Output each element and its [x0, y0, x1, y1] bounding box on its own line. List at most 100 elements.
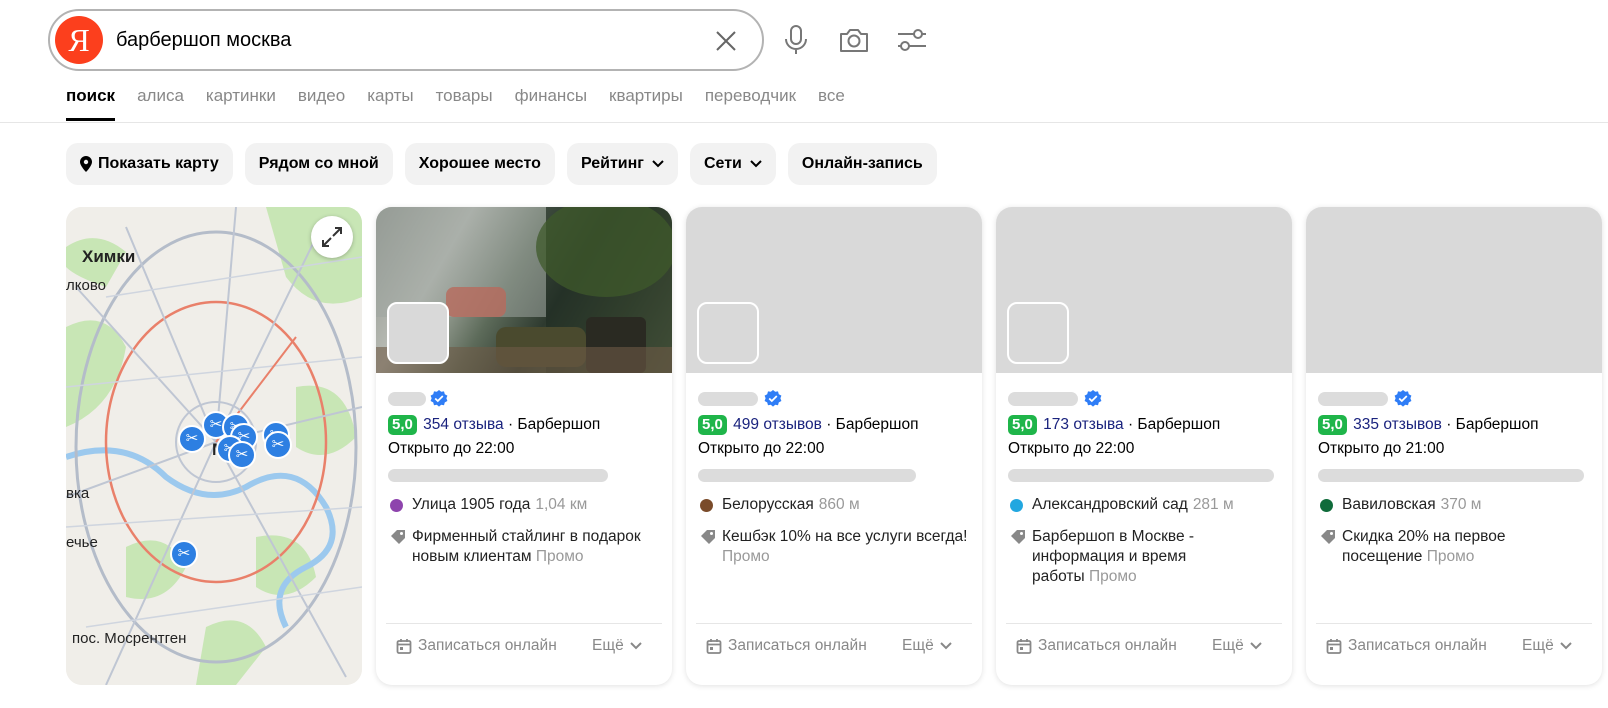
tab-maps[interactable]: карты [367, 86, 413, 118]
reviews-link[interactable]: 354 отзыва [423, 416, 503, 433]
barbershop-card[interactable]: 5,0 335 отзывов · Барбершоп Открыто до 2… [1306, 207, 1602, 685]
filter-chips: Показать карту Рядом со мной Хорошее мес… [66, 143, 949, 185]
promo-offer[interactable]: Фирменный стайлинг в подарок новым клиен… [390, 527, 660, 567]
nearby-chip[interactable]: Рядом со мной [244, 143, 393, 185]
address-placeholder [388, 469, 608, 482]
name-placeholder [1008, 392, 1078, 406]
name-placeholder [1318, 392, 1388, 406]
more-label: Ещё [1522, 637, 1554, 654]
metro-line-icon [390, 498, 403, 512]
tab-finance[interactable]: финансы [515, 86, 587, 118]
metro-station: Улица 1905 года 1,04 км [390, 496, 587, 514]
book-online-button[interactable]: Записаться онлайн [1326, 637, 1487, 655]
barbershop-logo [697, 302, 759, 364]
barbershop-logo [387, 302, 449, 364]
book-online-button[interactable]: Записаться онлайн [1016, 637, 1177, 655]
book-online-button[interactable]: Записаться онлайн [396, 637, 557, 655]
calendar-icon [1016, 639, 1032, 654]
tag-icon [701, 530, 715, 544]
rating-line: 5,0 354 отзыва · Барбершоп [388, 415, 600, 435]
chevron-down-icon [1560, 642, 1572, 650]
book-online-label: Записаться онлайн [418, 637, 557, 654]
verified-icon [764, 390, 782, 407]
chevron-down-icon [750, 160, 762, 168]
address-placeholder [1008, 469, 1274, 482]
microphone-icon[interactable] [778, 22, 814, 58]
tabs-divider [0, 122, 1608, 123]
reviews-link[interactable]: 173 отзыва [1043, 416, 1123, 433]
rating-chip[interactable]: Рейтинг [566, 143, 678, 185]
book-online-button[interactable]: Записаться онлайн [706, 637, 867, 655]
tab-images[interactable]: картинки [206, 86, 276, 118]
tab-video[interactable]: видео [298, 86, 345, 118]
name-placeholder [388, 392, 426, 406]
tab-search[interactable]: поиск [66, 86, 116, 121]
nearby-label: Рядом со мной [258, 155, 379, 172]
metro-name: Белорусская [722, 496, 814, 513]
show-map-chip[interactable]: Показать карту [66, 143, 233, 185]
search-input[interactable] [116, 23, 676, 57]
promo-text: Фирменный стайлинг в подарок новым клиен… [412, 528, 641, 565]
book-online-label: Записаться онлайн [728, 637, 867, 654]
more-button[interactable]: Ещё [1522, 637, 1572, 655]
more-button[interactable]: Ещё [1212, 637, 1262, 655]
card-divider [386, 623, 662, 624]
barbershop-card[interactable]: 5,0 499 отзывов · Барбершоп Открыто до 2… [686, 207, 982, 685]
card-divider [1006, 623, 1282, 624]
map-label-lkovo: лково [66, 277, 106, 294]
tab-translator[interactable]: переводчик [705, 86, 796, 118]
metro-distance: 860 м [818, 496, 860, 513]
filters-icon[interactable] [894, 22, 930, 58]
tab-alice[interactable]: алиса [137, 86, 184, 118]
calendar-icon [396, 639, 412, 654]
promo-text: Скидка 20% на первое посещение [1342, 528, 1506, 565]
rating-badge: 5,0 [1318, 415, 1347, 435]
chains-chip[interactable]: Сети [689, 143, 776, 185]
online-booking-label: Онлайн-запись [801, 155, 923, 172]
barbershop-photo[interactable] [1306, 207, 1602, 373]
online-booking-chip[interactable]: Онлайн-запись [787, 143, 937, 185]
camera-icon[interactable] [836, 22, 872, 58]
promo-text: Кешбэк 10% на все услуги всегда! [722, 528, 968, 545]
good-place-chip[interactable]: Хорошее место [404, 143, 555, 185]
more-label: Ещё [902, 637, 934, 654]
chevron-down-icon [652, 160, 664, 168]
barbershop-map-pin[interactable]: ✂ [170, 540, 198, 568]
more-label: Ещё [1212, 637, 1244, 654]
expand-map-button[interactable] [311, 216, 353, 258]
reviews-link[interactable]: 335 отзывов [1353, 416, 1442, 433]
good-place-label: Хорошее место [418, 155, 541, 172]
yandex-logo[interactable]: Я [55, 16, 103, 64]
card-divider [696, 623, 972, 624]
map-preview[interactable]: Химки лково вка ечье пос. Мосрентген М ✂… [66, 207, 362, 685]
barbershop-map-pin[interactable]: ✂ [228, 441, 256, 469]
card-divider [1316, 623, 1592, 624]
promo-offer[interactable]: Скидка 20% на первое посещение Промо [1320, 527, 1590, 567]
show-map-label: Показать карту [98, 155, 219, 172]
more-button[interactable]: Ещё [592, 637, 642, 655]
book-online-label: Записаться онлайн [1038, 637, 1177, 654]
barbershop-logo [1007, 302, 1069, 364]
promo-offer[interactable]: Кешбэк 10% на все услуги всегда! Промо [700, 527, 970, 567]
tab-all[interactable]: все [818, 86, 845, 118]
metro-station: Белорусская 860 м [700, 496, 860, 514]
category: · Барбершоп [821, 416, 919, 433]
rating-badge: 5,0 [698, 415, 727, 435]
promo-offer[interactable]: Барбершоп в Москве - информация и время … [1010, 527, 1280, 587]
close-icon[interactable] [712, 27, 740, 55]
barbershop-card[interactable]: 5,0 354 отзыва · Барбершоп Открыто до 22… [376, 207, 672, 685]
rating-label: Рейтинг [580, 155, 644, 172]
reviews-link[interactable]: 499 отзывов [733, 416, 822, 433]
tab-apartments[interactable]: квартиры [609, 86, 683, 118]
map-label-eche: ечье [66, 534, 98, 551]
rating-badge: 5,0 [388, 415, 417, 435]
more-button[interactable]: Ещё [902, 637, 952, 655]
tab-products[interactable]: товары [436, 86, 493, 118]
rating-line: 5,0 499 отзывов · Барбершоп [698, 415, 918, 435]
barbershop-map-pin[interactable]: ✂ [264, 431, 292, 459]
search-box[interactable]: Я [48, 9, 764, 71]
map-label-mosrentgen: пос. Мосрентген [72, 630, 187, 647]
chevron-down-icon [940, 642, 952, 650]
verified-icon [1394, 390, 1412, 407]
barbershop-card[interactable]: 5,0 173 отзыва · Барбершоп Открыто до 22… [996, 207, 1292, 685]
